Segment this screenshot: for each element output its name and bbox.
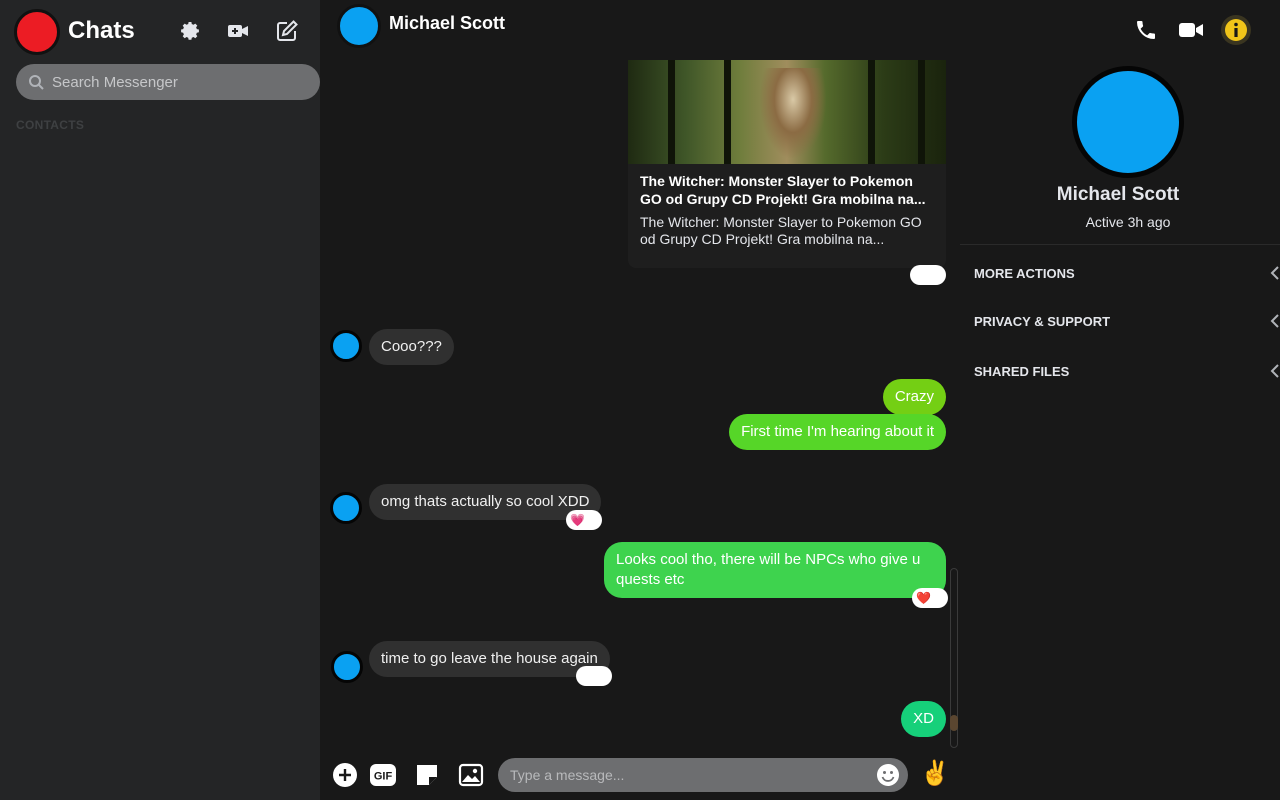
gif-label: GIF	[374, 771, 393, 783]
reaction-emoji: 💗	[570, 513, 585, 527]
section-label: SHARED FILES	[974, 363, 1070, 379]
gear-icon	[181, 22, 199, 40]
image-detail	[724, 60, 731, 164]
message-avatar[interactable]	[330, 492, 362, 524]
message-bubble[interactable]: First time I'm hearing about it	[729, 414, 946, 450]
message-bubble[interactable]: Crazy	[882, 379, 946, 415]
conversation-info-panel: Michael Scott Active 3h ago MORE ACTIONS…	[960, 0, 1280, 800]
link-preview-description: The Witcher: Monster Slayer to Pokemon G…	[640, 214, 922, 247]
search-input[interactable]	[52, 73, 292, 91]
contacts-heading: CONTACTS	[16, 118, 85, 132]
message-bubble[interactable]: time to go leave the house again	[369, 641, 610, 677]
message-composer: GIF Type a message... ✌️	[320, 752, 960, 800]
message-input[interactable]	[510, 767, 870, 783]
sidebar-header: Chats	[0, 0, 320, 64]
message-bubble[interactable]: Cooo???	[369, 329, 454, 365]
link-preview-title: The Witcher: Monster Slayer to Pokemon G…	[640, 173, 926, 207]
messenger-app: Chats Search Messenger CONTACTS Michael …	[0, 0, 1280, 800]
header-actions	[1130, 10, 1280, 50]
search-box[interactable]	[16, 64, 320, 100]
more-options-button[interactable]	[332, 762, 358, 788]
settings-button[interactable]	[175, 16, 205, 46]
link-preview-image	[628, 60, 946, 164]
sidebar: Chats Search Messenger CONTACTS	[0, 0, 320, 800]
voice-call-button[interactable]	[1130, 14, 1162, 46]
section-shared-files[interactable]: SHARED FILES	[974, 359, 1280, 383]
image-icon	[458, 763, 484, 787]
image-detail	[668, 60, 675, 164]
image-detail	[918, 60, 925, 164]
reaction-badge[interactable]: ❤️	[912, 588, 948, 608]
reaction-emoji: 😮	[914, 268, 927, 282]
video-plus-icon	[228, 25, 248, 37]
peer-avatar[interactable]	[337, 4, 381, 48]
reaction-emoji: ❤️	[916, 591, 931, 605]
info-peer-name: Michael Scott	[1056, 184, 1180, 205]
sidebar-title: Chats	[68, 17, 135, 44]
reaction-badge[interactable]: 😆	[576, 666, 612, 686]
new-room-button[interactable]	[223, 16, 253, 46]
reaction-badge[interactable]: 💗	[566, 510, 602, 530]
divider	[960, 244, 1280, 245]
quick-reaction-button[interactable]: ✌️	[920, 760, 950, 788]
reaction-badge[interactable]: 😮	[910, 265, 946, 285]
sticker-button[interactable]	[414, 762, 440, 788]
section-label: MORE ACTIONS	[974, 265, 1075, 281]
sticker-icon	[417, 765, 437, 785]
image-detail	[760, 68, 826, 158]
message-input-box[interactable]	[498, 758, 908, 792]
message-avatar[interactable]	[330, 330, 362, 362]
compose-icon	[277, 20, 298, 41]
info-avatar	[1072, 66, 1184, 178]
peer-name[interactable]: Michael Scott	[389, 13, 505, 34]
section-privacy-support[interactable]: PRIVACY & SUPPORT	[974, 309, 1280, 333]
section-more-actions[interactable]: MORE ACTIONS	[974, 261, 1280, 285]
scrollbar-thumb[interactable]	[950, 715, 958, 731]
video-camera-icon	[1179, 23, 1203, 37]
smiley-icon[interactable]	[876, 763, 900, 787]
image-detail	[868, 60, 875, 164]
gif-icon: GIF	[370, 764, 396, 786]
info-icon	[1221, 15, 1251, 45]
chevron-left-icon	[1270, 266, 1279, 280]
new-message-button[interactable]	[272, 16, 302, 46]
link-preview-card[interactable]: The Witcher: Monster Slayer to Pokemon G…	[628, 60, 946, 268]
info-peer-status: Active 3h ago	[1085, 214, 1171, 230]
photo-button[interactable]	[458, 762, 484, 788]
plus-circle-icon	[333, 763, 357, 787]
chat-header: Michael Scott	[320, 0, 960, 52]
message-bubble[interactable]: XD	[901, 701, 946, 737]
phone-icon	[1137, 21, 1155, 39]
search-icon	[29, 75, 44, 90]
gif-button[interactable]: GIF	[370, 762, 396, 788]
message-bubble[interactable]: Looks cool tho, there will be NPCs who g…	[604, 542, 946, 598]
conversation-info-button[interactable]	[1220, 14, 1252, 46]
reaction-emoji: 😆	[580, 669, 593, 683]
my-avatar[interactable]	[14, 9, 60, 55]
section-label: PRIVACY & SUPPORT	[974, 313, 1111, 329]
chevron-left-icon	[1270, 314, 1279, 328]
message-avatar[interactable]	[331, 651, 363, 683]
chevron-left-icon	[1270, 364, 1279, 378]
chat-pane: Michael Scott The Witcher: Monster Slaye…	[320, 0, 960, 800]
video-call-button[interactable]	[1175, 14, 1207, 46]
